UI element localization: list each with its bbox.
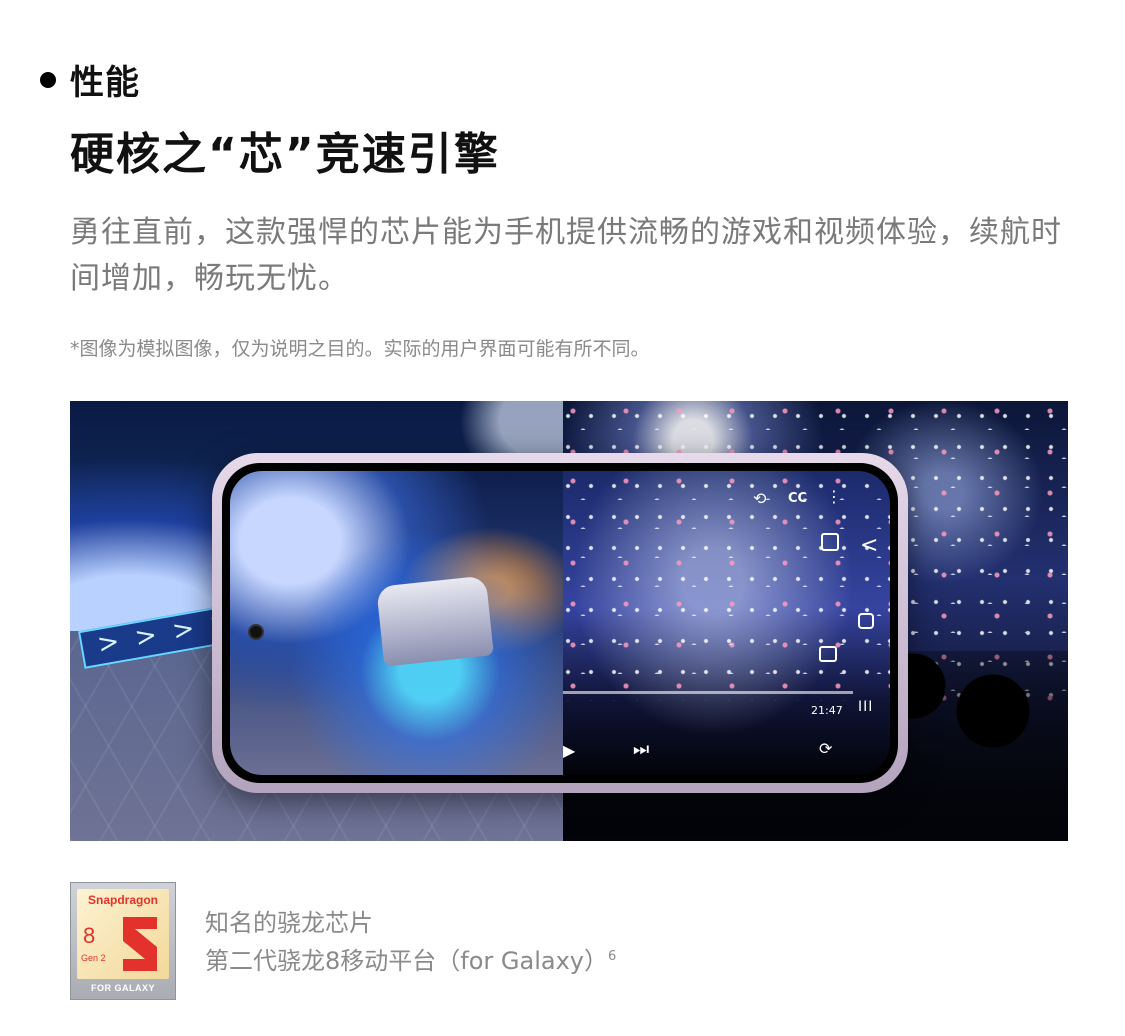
section-label: 性能 [40,55,140,104]
rotate-lock-icon[interactable]: ⟳ [819,739,832,758]
more-vert-icon[interactable]: ⋮ [826,487,842,506]
video-progress-bar[interactable] [563,691,853,694]
body-text: 勇往直前，这款强悍的芯片能为手机提供流畅的游戏和视频体验，续航时间增加，畅玩无忧… [70,215,1062,296]
disclaimer: *图像为模拟图像，仅为说明之目的。实际的用户界面可能有所不同。 [70,338,650,360]
section-label-text: 性能 [70,63,140,103]
pip-icon[interactable] [821,533,839,551]
chip-subtitle-line: 第二代骁龙8移动平台（for Galaxy）6 [205,940,616,978]
video-screen: ⟲ CC ⋮ 21:47 ▶ ⏭ ⟳ [563,471,890,775]
bullet-dot-icon [40,71,56,88]
badge-number: 8 [83,923,96,948]
footnote-marker: 6 [607,949,617,964]
game-screen [230,471,563,775]
chip-subtitle: 第二代骁龙8移动平台（for Galaxy） [205,947,608,975]
badge-footer: FOR GALAXY [90,983,155,993]
rotate-icon[interactable]: ⟲ [753,489,766,508]
nav-back-icon[interactable]: < [860,533,878,558]
headline: 硬核之“芯”竞速引擎 [70,129,500,180]
nav-home-icon[interactable] [858,613,874,629]
fast-forward-icon[interactable]: ⏭ [633,739,649,760]
badge-inner: Snapdragon 8 Gen 2 [77,889,169,979]
screenshot-icon[interactable] [819,646,837,662]
badge-gen: Gen 2 [81,953,106,963]
hero-image: > > > > ⟲ CC ⋮ 21:47 ▶ ⏭ ⟳ < III [70,401,1068,841]
phone-frame: ⟲ CC ⋮ 21:47 ▶ ⏭ ⟳ < III [212,453,908,793]
chip-description: 知名的骁龙芯片 第二代骁龙8移动平台（for Galaxy）6 [205,906,616,978]
front-camera [248,624,264,640]
cc-icon[interactable]: CC [788,491,807,506]
badge-brand: Snapdragon [87,893,158,907]
nav-recent-icon[interactable]: III [858,699,873,715]
race-vehicle [376,575,494,667]
chip-title: 知名的骁龙芯片 [205,909,373,937]
nav-bar: < III [852,503,892,743]
snapdragon-logo-icon [123,917,157,971]
snapdragon-badge: Snapdragon 8 Gen 2 FOR GALAXY [70,882,176,1000]
video-time: 21:47 [811,704,843,717]
phone-screen: ⟲ CC ⋮ 21:47 ▶ ⏭ ⟳ < III [222,463,898,783]
play-icon[interactable]: ▶ [563,741,575,760]
